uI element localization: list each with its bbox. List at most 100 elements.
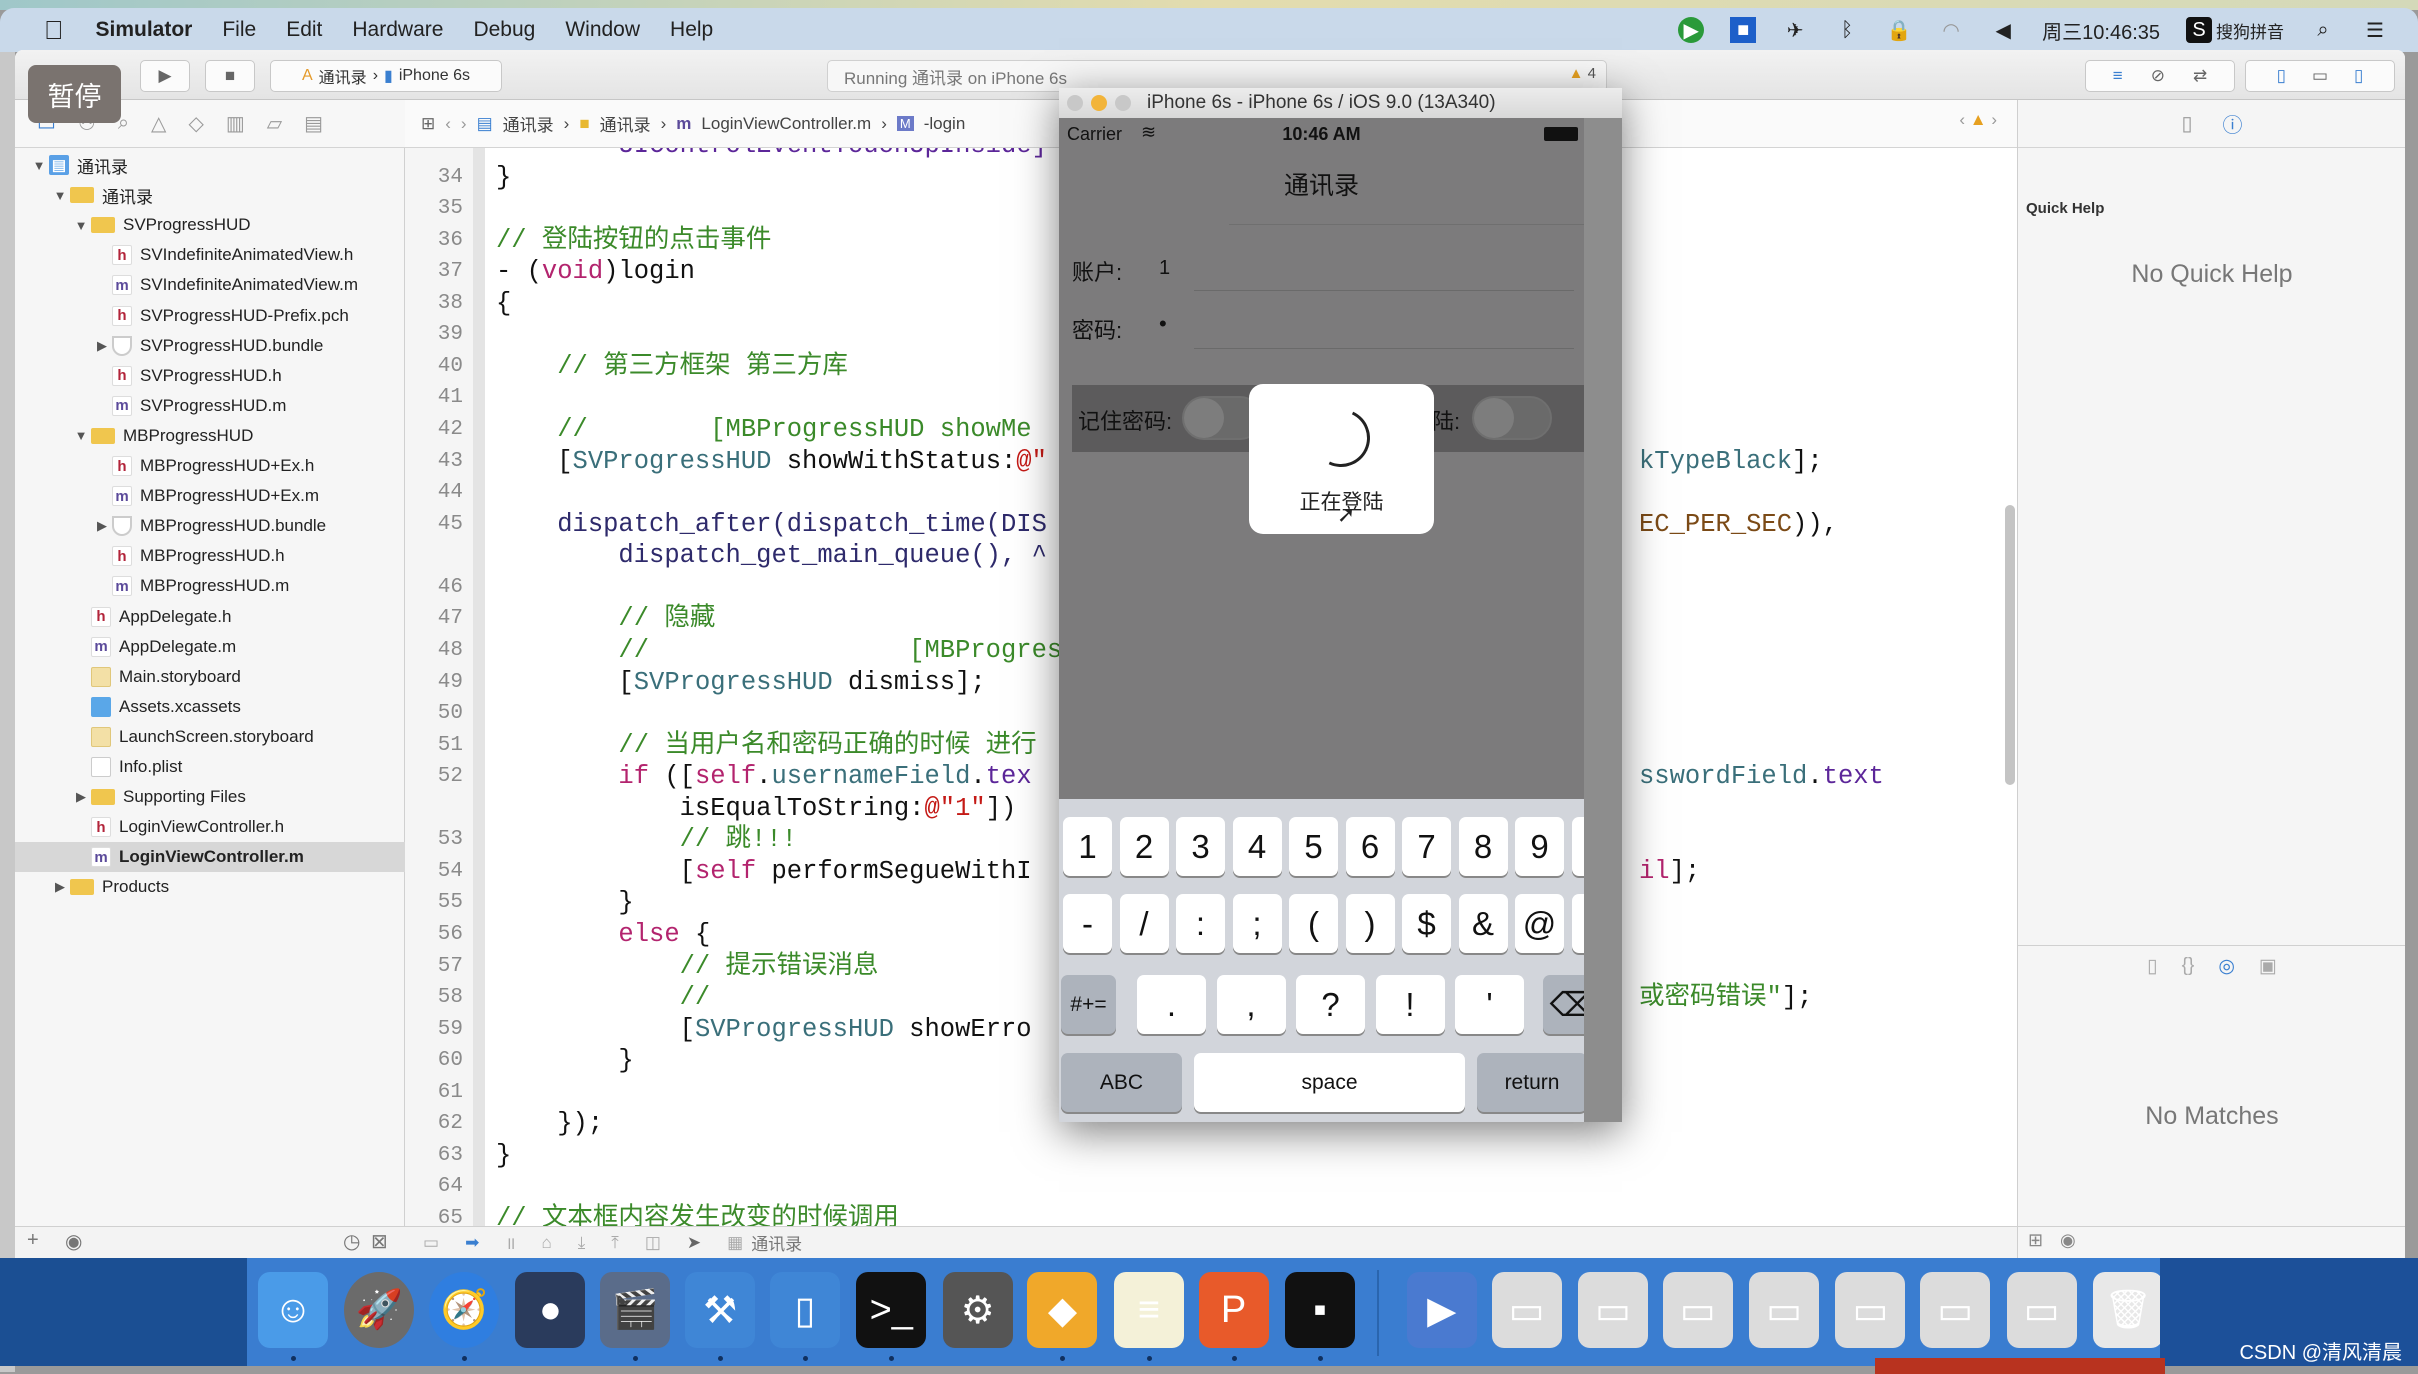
key-3[interactable]: 3 bbox=[1176, 817, 1225, 876]
step-into-icon[interactable]: ⤓ bbox=[578, 1233, 586, 1253]
disclosure-closed-icon[interactable]: ▶ bbox=[71, 789, 91, 805]
navigator-item[interactable]: Assets.xcassets bbox=[15, 692, 405, 722]
issue-navigator-icon[interactable]: △ bbox=[151, 111, 166, 136]
notes-icon[interactable]: ≡ bbox=[1113, 1272, 1184, 1348]
toggle-utilities-icon[interactable]: ▯ bbox=[2354, 66, 2363, 86]
navigator-item[interactable]: m LoginViewController.m bbox=[15, 842, 405, 873]
recent-files-icon[interactable]: ◷ bbox=[343, 1229, 360, 1254]
navigator-item[interactable]: LaunchScreen.storyboard bbox=[15, 722, 405, 752]
media-player-icon[interactable]: ▶ bbox=[1406, 1272, 1477, 1348]
navigator-item[interactable]: ▼ MBProgressHUD bbox=[15, 421, 405, 451]
assistant-editor-icon[interactable]: ⊘ bbox=[2151, 66, 2165, 86]
step-over-icon[interactable]: ⌂ bbox=[542, 1233, 552, 1253]
key-9[interactable]: 9 bbox=[1515, 817, 1564, 876]
scheme-selector[interactable]: A 通讯录 › ▮ iPhone 6s bbox=[270, 60, 502, 92]
grid-view-icon[interactable]: ⊞ bbox=[2028, 1230, 2043, 1251]
account-field[interactable] bbox=[1194, 245, 1574, 291]
terminal-icon[interactable]: >_ bbox=[856, 1272, 927, 1348]
disclosure-open-icon[interactable]: ▼ bbox=[71, 428, 91, 443]
key-4[interactable]: 4 bbox=[1232, 817, 1282, 876]
key-6[interactable]: 6 bbox=[1345, 817, 1395, 876]
recorder-icon[interactable]: ▶ bbox=[1678, 17, 1705, 43]
warning-badge[interactable]: ▲ 4 bbox=[1569, 65, 1596, 82]
system-preferences-icon[interactable]: ⚙ bbox=[942, 1272, 1013, 1348]
quick-help-icon[interactable]: ⓘ bbox=[2223, 109, 2243, 138]
key-symbol[interactable]: " bbox=[1571, 894, 1584, 953]
key-punctuation[interactable]: ? bbox=[1296, 975, 1365, 1034]
space-key[interactable]: space bbox=[1194, 1053, 1465, 1112]
debug-target[interactable]: 通讯录 bbox=[751, 1230, 802, 1255]
standard-editor-icon[interactable]: ≡ bbox=[2113, 66, 2123, 86]
sketch-icon[interactable]: ◆ bbox=[1027, 1272, 1098, 1348]
report-navigator-icon[interactable]: ▤ bbox=[304, 111, 323, 136]
breakpoint-navigator-icon[interactable]: ▱ bbox=[267, 111, 282, 136]
menu-help[interactable]: Help bbox=[670, 18, 713, 42]
key-symbol[interactable]: $ bbox=[1402, 894, 1451, 953]
object-library-icon[interactable]: ◎ bbox=[2218, 955, 2235, 978]
window-5-icon[interactable]: ▭ bbox=[1835, 1272, 1906, 1348]
key-5[interactable]: 5 bbox=[1289, 817, 1338, 876]
navigator-item[interactable]: m AppDelegate.m bbox=[15, 632, 405, 662]
navigator-item[interactable]: h LoginViewController.h bbox=[15, 812, 405, 842]
editor-scrollbar[interactable] bbox=[2005, 505, 2015, 785]
key-7[interactable]: 7 bbox=[1402, 817, 1451, 876]
menu-clock[interactable]: 周三10:46:35 bbox=[2042, 16, 2160, 45]
navigator-item[interactable]: m SVIndefiniteAnimatedView.m bbox=[15, 270, 405, 300]
key-1[interactable]: 1 bbox=[1063, 817, 1112, 876]
navigator-item[interactable]: ▼ 通讯录 bbox=[15, 180, 405, 210]
disclosure-open-icon[interactable]: ▼ bbox=[71, 218, 91, 233]
navigator-item[interactable]: m SVProgressHUD.m bbox=[15, 391, 405, 421]
key-punctuation[interactable]: ! bbox=[1375, 975, 1445, 1034]
navigator-item[interactable]: ▶ SVProgressHUD.bundle bbox=[15, 331, 405, 361]
toggle-navigator-icon[interactable]: ▯ bbox=[2277, 66, 2286, 86]
navigator-item[interactable]: h SVProgressHUD-Prefix.pch bbox=[15, 301, 405, 331]
apple-menu-icon[interactable]:  bbox=[44, 15, 64, 46]
safari-icon[interactable]: 🧭 bbox=[429, 1272, 500, 1348]
more-symbols-key[interactable]: #+= bbox=[1061, 975, 1116, 1034]
file-template-icon[interactable]: ▯ bbox=[2147, 955, 2157, 978]
navigator-item[interactable]: m MBProgressHUD+Ex.m bbox=[15, 481, 405, 511]
filter-icon[interactable]: ◉ bbox=[2060, 1230, 2076, 1251]
disclosure-closed-icon[interactable]: ▶ bbox=[50, 879, 70, 895]
navigator-item[interactable]: h MBProgressHUD+Ex.h bbox=[15, 451, 405, 481]
disclosure-closed-icon[interactable]: ▶ bbox=[92, 338, 112, 354]
key-2[interactable]: 2 bbox=[1119, 817, 1169, 876]
navigator-item[interactable]: h SVIndefiniteAnimatedView.h bbox=[15, 240, 405, 270]
key-symbol[interactable]: & bbox=[1458, 894, 1508, 953]
wifi-icon[interactable]: ◠ bbox=[1938, 17, 1964, 43]
navigator-item[interactable]: h SVProgressHUD.h bbox=[15, 361, 405, 391]
breadcrumb-file[interactable]: LoginViewController.m bbox=[701, 114, 871, 134]
navigator-item[interactable]: ▼ SVProgressHUD bbox=[15, 210, 405, 240]
step-out-icon[interactable]: ⤒ bbox=[611, 1233, 619, 1253]
abc-key[interactable]: ABC bbox=[1061, 1053, 1182, 1112]
file-inspector-icon[interactable]: ▯ bbox=[2181, 111, 2192, 136]
key-punctuation[interactable]: ' bbox=[1455, 975, 1524, 1034]
notification-center-icon[interactable]: ☰ bbox=[2362, 17, 2388, 43]
menu-edit[interactable]: Edit bbox=[286, 18, 322, 42]
menu-hardware[interactable]: Hardware bbox=[352, 18, 443, 42]
key-0[interactable]: 0 bbox=[1571, 817, 1584, 876]
xcode-icon[interactable]: ⚒ bbox=[685, 1272, 756, 1348]
window-7-icon[interactable]: ▭ bbox=[2006, 1272, 2077, 1348]
password-field[interactable] bbox=[1194, 303, 1574, 349]
key-symbol[interactable]: ; bbox=[1232, 894, 1282, 953]
location-icon[interactable]: ➤ bbox=[687, 1233, 701, 1253]
navigator-item[interactable]: h MBProgressHUD.h bbox=[15, 541, 405, 571]
related-items-icon[interactable]: ⊞ bbox=[421, 114, 435, 134]
camera-icon[interactable]: ■ bbox=[1730, 17, 1757, 43]
version-editor-icon[interactable]: ⇄ bbox=[2193, 66, 2207, 86]
spotlight-search-icon[interactable]: ⌕ bbox=[2310, 17, 2336, 43]
navigator-item[interactable]: ▶ MBProgressHUD.bundle bbox=[15, 511, 405, 541]
menu-app-name[interactable]: Simulator bbox=[96, 18, 193, 42]
key-symbol[interactable]: - bbox=[1063, 894, 1112, 953]
key-symbol[interactable]: @ bbox=[1515, 894, 1564, 953]
trash-icon[interactable]: 🗑 bbox=[2092, 1272, 2163, 1348]
toggle-debug-area-icon[interactable]: ▭ bbox=[2312, 66, 2328, 86]
disclosure-open-icon[interactable]: ▼ bbox=[50, 188, 70, 203]
window-6-icon[interactable]: ▭ bbox=[1920, 1272, 1991, 1348]
window-4-icon[interactable]: ▭ bbox=[1749, 1272, 1820, 1348]
navigator-item[interactable]: Info.plist bbox=[15, 752, 405, 782]
forward-icon[interactable]: › bbox=[461, 114, 467, 134]
key-punctuation[interactable]: , bbox=[1216, 975, 1286, 1034]
instruments-icon[interactable]: ▯ bbox=[769, 1272, 840, 1348]
